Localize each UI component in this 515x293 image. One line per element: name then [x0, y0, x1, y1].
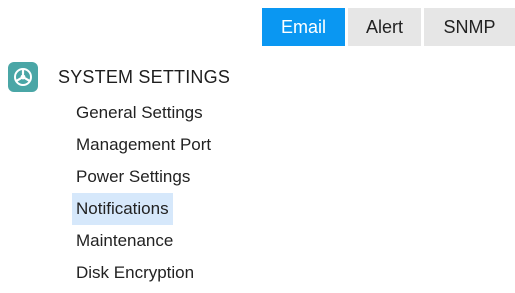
system-settings-header[interactable]: SYSTEM SETTINGS: [8, 61, 230, 93]
settings-panel: Email Alert SNMP SYSTEM SETTINGS General…: [0, 0, 515, 293]
settings-menu: General Settings Management Port Power S…: [72, 97, 215, 289]
section-title: SYSTEM SETTINGS: [58, 66, 231, 87]
menu-item-notifications[interactable]: Notifications: [72, 193, 173, 225]
menu-item-management-port[interactable]: Management Port: [72, 135, 215, 154]
menu-item-disk-encryption[interactable]: Disk Encryption: [72, 263, 198, 282]
menu-item-power-settings[interactable]: Power Settings: [72, 167, 194, 186]
notification-tabs: Email Alert SNMP: [262, 8, 515, 46]
tab-alert[interactable]: Alert: [348, 8, 421, 46]
menu-item-maintenance[interactable]: Maintenance: [72, 231, 177, 250]
menu-item-general-settings[interactable]: General Settings: [72, 103, 207, 122]
tab-email[interactable]: Email: [262, 8, 345, 46]
tab-snmp[interactable]: SNMP: [424, 8, 515, 46]
settings-gear-icon: [8, 62, 38, 92]
